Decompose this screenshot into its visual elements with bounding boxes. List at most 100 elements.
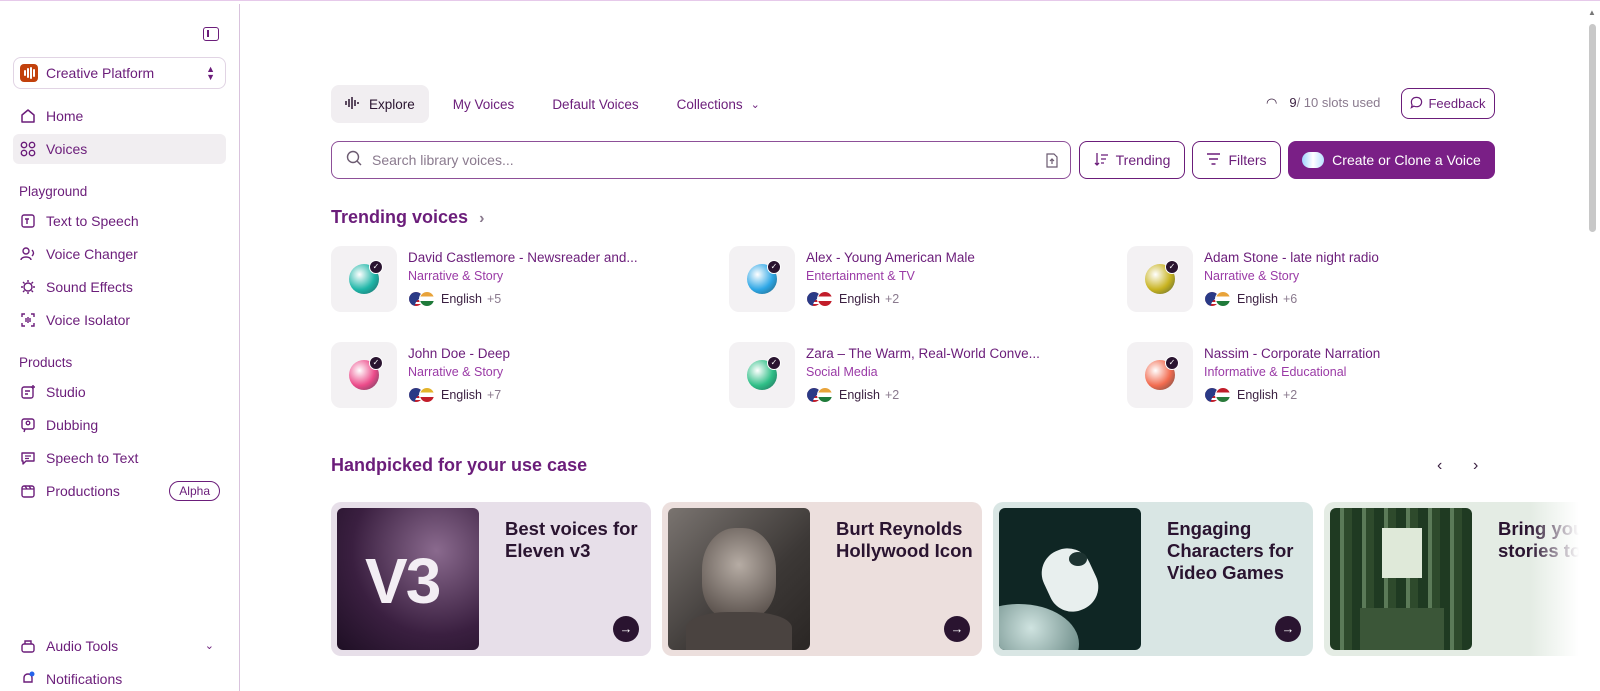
- handpicked-title: Handpicked for your use case: [331, 455, 588, 475]
- filters-label: Filters: [1228, 152, 1267, 168]
- tab-my-voices[interactable]: My Voices: [439, 85, 529, 123]
- workspace-switcher[interactable]: Creative Platform ▲ ▼: [13, 57, 226, 89]
- voice-avatar: ✓: [729, 342, 795, 408]
- trending-voices-link[interactable]: Trending voices ›: [331, 207, 484, 228]
- sidebar-item-productions[interactable]: Productions Alpha: [13, 476, 226, 506]
- sidebar-item-dubbing[interactable]: Dubbing: [13, 410, 226, 440]
- voice-name: John Doe - Deep: [408, 346, 511, 361]
- voice-language: English: [1237, 388, 1278, 402]
- voice-category: Narrative & Story: [1204, 269, 1300, 283]
- trending-label: Trending: [1115, 152, 1171, 168]
- sidebar-item-voices[interactable]: Voices: [13, 134, 226, 164]
- scrollbar[interactable]: [1589, 24, 1596, 232]
- language-flag-icon: [419, 291, 435, 307]
- voice-language-more: +2: [885, 388, 900, 402]
- sidebar-item-text-to-speech[interactable]: Text to Speech: [13, 206, 226, 236]
- voice-card[interactable]: ✓ Zara – The Warm, Real-World Conve... Soc…: [729, 342, 1109, 408]
- card-title: Burt Reynolds Hollywood Icon: [836, 518, 973, 561]
- voice-language-more: +2: [1283, 388, 1298, 402]
- usecase-card[interactable]: Engaging Characters for Video Games →: [993, 502, 1313, 656]
- slots-counter: ◠ 9/ 10 slots used: [1266, 95, 1380, 111]
- trending-sort-button[interactable]: Trending: [1079, 141, 1185, 179]
- filters-button[interactable]: Filters: [1192, 141, 1281, 179]
- voice-name: Zara – The Warm, Real-World Conve...: [806, 346, 1040, 361]
- voice-category: Informative & Educational: [1204, 365, 1347, 379]
- products-section-label: Products: [19, 355, 73, 370]
- usecase-card[interactable]: V3 Best voices for Eleven v3 →: [331, 502, 651, 656]
- voice-language-more: +7: [487, 388, 502, 402]
- sidebar-item-label: Notifications: [46, 671, 123, 687]
- bell-icon: [20, 671, 36, 687]
- sidebar-item-label: Voice Changer: [46, 246, 138, 262]
- waveform-icon: [345, 96, 361, 112]
- trending-voices-title: Trending voices: [331, 207, 469, 227]
- carousel-next-icon[interactable]: ›: [1473, 457, 1478, 475]
- sort-icon: [1094, 152, 1109, 169]
- productions-icon: [20, 483, 36, 499]
- sidebar-item-label: Text to Speech: [46, 213, 139, 229]
- arrow-right-icon: →: [944, 616, 970, 642]
- sidebar-item-home[interactable]: Home: [13, 101, 226, 131]
- voice-card[interactable]: ✓ Nassim - Corporate Narration Informative…: [1127, 342, 1507, 408]
- sidebar: Creative Platform ▲ ▼ Home Voices Playgro…: [0, 4, 240, 691]
- sidebar-item-label: Dubbing: [46, 417, 99, 433]
- dubbing-icon: [20, 417, 36, 433]
- sidebar-item-label: Productions: [46, 483, 120, 499]
- slots-total: / 10 slots used: [1296, 95, 1381, 110]
- voice-language-more: +2: [885, 292, 900, 306]
- audio-tools-icon: [20, 638, 36, 654]
- chevron-updown-icon: ▲ ▼: [206, 64, 215, 82]
- voice-name: Adam Stone - late night radio: [1204, 250, 1379, 265]
- voice-avatar: ✓: [331, 342, 397, 408]
- carousel-prev-icon[interactable]: ‹: [1437, 457, 1442, 475]
- sidebar-item-audio-tools[interactable]: Audio Tools ⌄: [13, 631, 226, 661]
- language-flag-icon: [1215, 387, 1231, 403]
- sidebar-collapse-icon[interactable]: [203, 27, 219, 41]
- voice-language-more: +6: [1283, 292, 1298, 306]
- studio-icon: [20, 384, 36, 400]
- voice-card[interactable]: ✓ Alex - Young American Male Entertainment…: [729, 246, 1109, 312]
- tab-default-voices[interactable]: Default Voices: [538, 85, 652, 123]
- search-input[interactable]: [372, 152, 1012, 168]
- chevron-down-icon: ⌄: [204, 640, 214, 652]
- sound-effects-icon: [20, 279, 36, 295]
- voice-languages: English +2: [806, 387, 899, 403]
- slots-used: 9: [1289, 95, 1297, 110]
- voice-category: Social Media: [806, 365, 878, 379]
- usecase-card[interactable]: Burt Reynolds Hollywood Icon →: [662, 502, 982, 656]
- sidebar-item-label: Audio Tools: [46, 638, 119, 654]
- sidebar-item-studio[interactable]: Studio: [13, 377, 226, 407]
- tab-collections[interactable]: Collections ⌄: [663, 85, 774, 123]
- carousel-fade-overlay: [1530, 495, 1600, 665]
- voice-changer-icon: [20, 246, 36, 262]
- tab-label: Collections: [676, 96, 743, 112]
- feedback-button[interactable]: Feedback: [1401, 88, 1495, 119]
- chevron-down-icon: ⌄: [750, 98, 760, 111]
- sidebar-item-speech-to-text[interactable]: Speech to Text: [13, 443, 226, 473]
- voice-card[interactable]: ✓ David Castlemore - Newsreader and... Nar…: [331, 246, 711, 312]
- upload-file-icon[interactable]: [1046, 153, 1058, 173]
- workspace-name: Creative Platform: [46, 65, 155, 81]
- language-flag-icon: [817, 291, 833, 307]
- voice-card[interactable]: ✓ John Doe - Deep Narrative & Story English…: [331, 342, 711, 408]
- voices-grid-icon: [20, 141, 36, 157]
- voice-tabs: Explore My Voices Default Voices Collect…: [331, 85, 784, 123]
- sidebar-item-sound-effects[interactable]: Sound Effects: [13, 272, 226, 302]
- create-or-clone-voice-button[interactable]: Create or Clone a Voice: [1288, 141, 1495, 179]
- scroll-up-icon[interactable]: ▲: [1588, 8, 1596, 17]
- sidebar-item-voice-changer[interactable]: Voice Changer: [13, 239, 226, 269]
- search-icon: [346, 150, 362, 171]
- verified-check-icon: ✓: [767, 356, 781, 370]
- voice-language: English: [1237, 292, 1278, 306]
- voice-languages: English +6: [1204, 291, 1297, 307]
- card-image-v3: V3: [337, 508, 479, 650]
- tab-explore[interactable]: Explore: [331, 85, 429, 123]
- sidebar-item-label: Studio: [46, 384, 86, 400]
- sidebar-item-notifications[interactable]: Notifications: [13, 664, 226, 691]
- voice-language: English: [441, 388, 482, 402]
- voice-card[interactable]: ✓ Adam Stone - late night radio Narrative …: [1127, 246, 1507, 312]
- globe-icon: [1302, 152, 1325, 168]
- card-image-library: [1330, 508, 1472, 650]
- sidebar-item-voice-isolator[interactable]: Voice Isolator: [13, 305, 226, 335]
- voice-language: English: [441, 292, 482, 306]
